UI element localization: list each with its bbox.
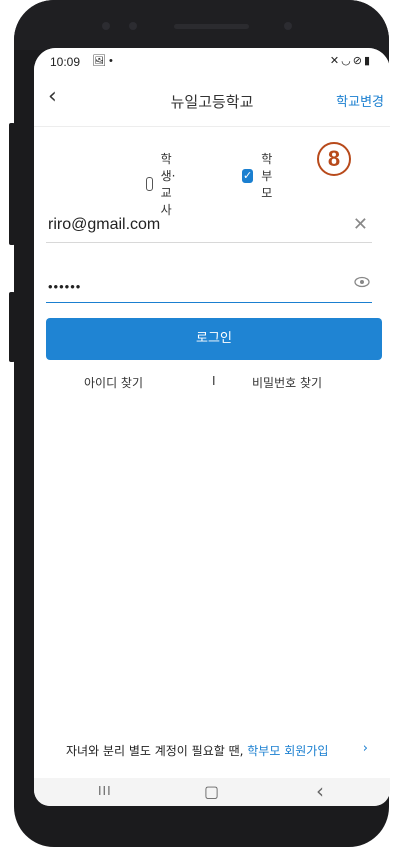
nav-back-button[interactable]: ‹	[316, 779, 324, 803]
promo-label: 자녀와 분리 별도 계정이 필요할 땐,	[66, 744, 248, 758]
checkbox-checked-icon[interactable]: ✓	[242, 168, 254, 183]
role-label: 학부모	[261, 152, 273, 200]
clear-icon[interactable]: ✕	[353, 214, 368, 235]
app-bar: ‹ 뉴일고등학교 학교변경	[34, 76, 390, 127]
sensor	[129, 22, 137, 30]
volume-button	[9, 123, 15, 245]
annotation-badge: 8	[317, 142, 351, 176]
status-time: 10:09	[50, 55, 81, 69]
login-button[interactable]: 로그인	[46, 318, 382, 360]
parent-signup-link[interactable]: 학부모 회원가입	[247, 744, 328, 758]
checkbox-icon[interactable]	[146, 177, 153, 191]
power-button	[9, 292, 15, 362]
role-student-teacher[interactable]: 학생·교사	[146, 150, 179, 218]
eye-icon[interactable]	[354, 276, 370, 292]
password-value[interactable]: ••••••	[48, 279, 81, 294]
role-parent[interactable]: ✓ 학부모	[242, 150, 275, 201]
status-right-icons: ✕◡⊘▮	[329, 55, 372, 67]
chevron-right-icon[interactable]: ›	[363, 741, 368, 756]
home-button[interactable]: ▢	[204, 782, 219, 801]
status-left-icons: 🖼 •	[92, 55, 113, 67]
link-separator: I	[212, 374, 216, 388]
front-camera	[284, 22, 292, 30]
password-field[interactable]: ••••••	[46, 270, 372, 303]
role-label: 학생·교사	[160, 152, 176, 217]
sensor	[102, 22, 110, 30]
find-password-link[interactable]: 비밀번호 찾기	[252, 374, 322, 391]
change-school-button[interactable]: 학교변경	[336, 91, 384, 110]
promo-text: 자녀와 분리 별도 계정이 필요할 땐, 학부모 회원가입	[66, 742, 328, 759]
top-bezel	[14, 0, 389, 50]
system-nav-bar: III ▢ ‹	[34, 778, 390, 806]
status-bar: 10:09 🖼 • ✕◡⊘▮	[34, 48, 390, 74]
earpiece-speaker	[174, 24, 249, 29]
email-field[interactable]: riro@gmail.com ✕	[46, 210, 372, 243]
recent-apps-button[interactable]: III	[98, 784, 112, 798]
email-value[interactable]: riro@gmail.com	[48, 216, 160, 234]
find-id-link[interactable]: 아이디 찾기	[84, 374, 143, 391]
